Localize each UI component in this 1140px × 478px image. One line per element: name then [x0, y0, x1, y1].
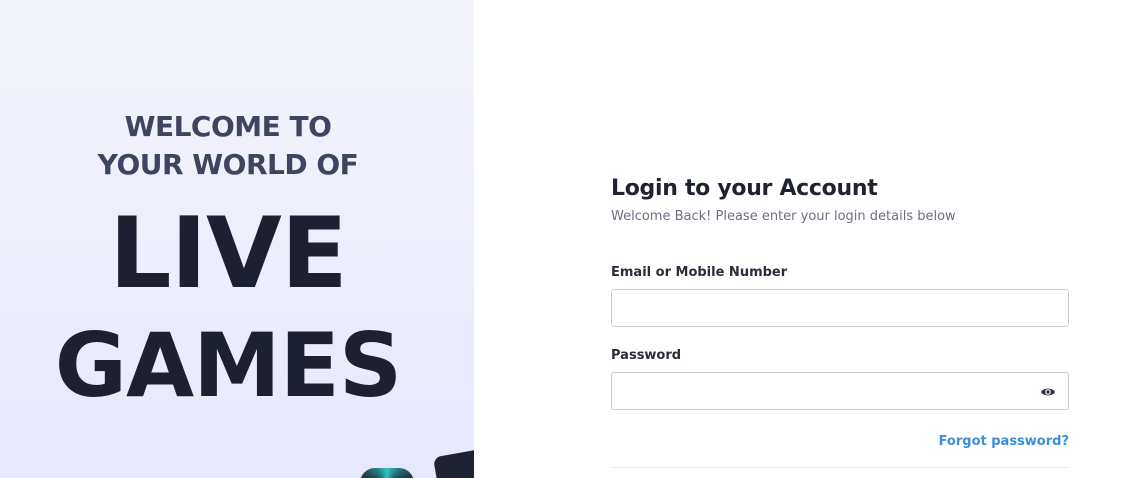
form-title: Login to your Account	[611, 176, 878, 201]
divider	[611, 467, 1069, 468]
hero-subtitle: WELCOME TO YOUR WORLD OF	[0, 108, 456, 184]
forgot-password-link[interactable]: Forgot password?	[939, 434, 1069, 449]
email-field[interactable]	[612, 290, 1068, 326]
email-field-wrapper	[611, 289, 1069, 327]
controller-image	[360, 468, 414, 478]
login-form: Login to your Account Welcome Back! Plea…	[611, 174, 1069, 468]
hero-title-line2: GAMES	[54, 314, 402, 417]
eye-icon[interactable]	[1040, 384, 1056, 400]
email-label: Email or Mobile Number	[611, 265, 788, 280]
form-subtitle: Welcome Back! Please enter your login de…	[611, 209, 956, 224]
device-image	[432, 447, 474, 478]
hero-panel: WELCOME TO YOUR WORLD OF LIVE GAMES	[0, 0, 474, 478]
login-panel: Login to your Account Welcome Back! Plea…	[474, 0, 1140, 478]
forgot-row: Forgot password?	[611, 430, 1069, 449]
password-label: Password	[611, 348, 682, 363]
hero-subtitle-line1: WELCOME TO	[124, 110, 332, 143]
login-page: WELCOME TO YOUR WORLD OF LIVE GAMES Logi…	[0, 0, 1140, 478]
password-field-wrapper	[611, 372, 1069, 410]
password-field[interactable]	[612, 373, 1068, 409]
hero-title-line1: LIVE	[109, 197, 348, 311]
hero-subtitle-line2: YOUR WORLD OF	[97, 148, 359, 181]
